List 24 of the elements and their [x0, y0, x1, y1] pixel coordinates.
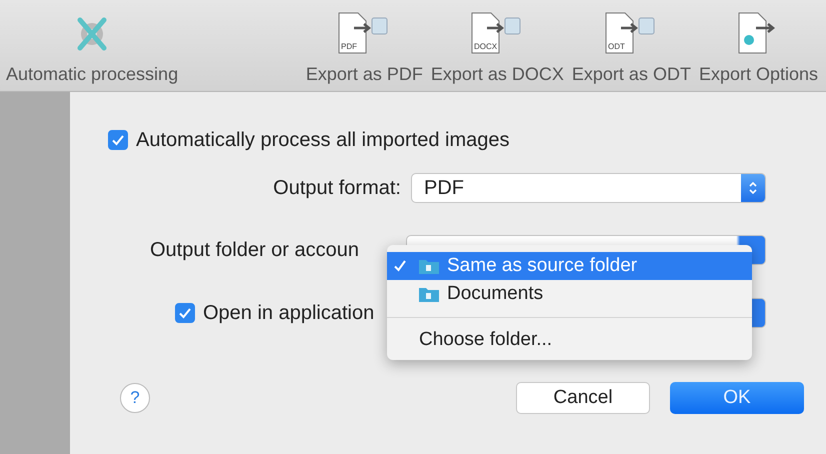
- checkmark-icon: [111, 133, 125, 147]
- ok-button[interactable]: OK: [670, 382, 804, 414]
- checkbox[interactable]: [108, 130, 128, 150]
- checkmark-icon: [393, 259, 407, 273]
- format-select[interactable]: PDF: [411, 173, 766, 203]
- stepper-icon: [748, 180, 758, 196]
- menu-item[interactable]: Documents: [387, 280, 752, 308]
- toolbar-label[interactable]: Export as DOCX: [430, 64, 564, 85]
- cancel-button[interactable]: Cancel: [516, 382, 650, 414]
- checkbox[interactable]: [175, 303, 195, 323]
- toolbar-label[interactable]: Export Options: [698, 64, 818, 85]
- toolbar-label[interactable]: Export as ODT: [572, 64, 691, 85]
- field-label: Output format:: [273, 176, 401, 200]
- field-label: Output folder or accoun: [150, 238, 360, 262]
- menu-item[interactable]: Same as source folder: [387, 252, 752, 280]
- folder-icon: [419, 286, 439, 302]
- folder-icon: [419, 258, 439, 274]
- menu-item[interactable]: Choose folder...: [387, 326, 752, 354]
- help-button[interactable]: ?: [120, 383, 150, 413]
- checkbox-label: Automatically process all imported images: [136, 128, 510, 152]
- toolbar-label[interactable]: Automatic processing: [6, 64, 178, 85]
- toolbar-label[interactable]: Export as PDF: [306, 64, 423, 85]
- checkmark-icon: [178, 306, 192, 320]
- checkbox-label: Open in application: [203, 302, 374, 324]
